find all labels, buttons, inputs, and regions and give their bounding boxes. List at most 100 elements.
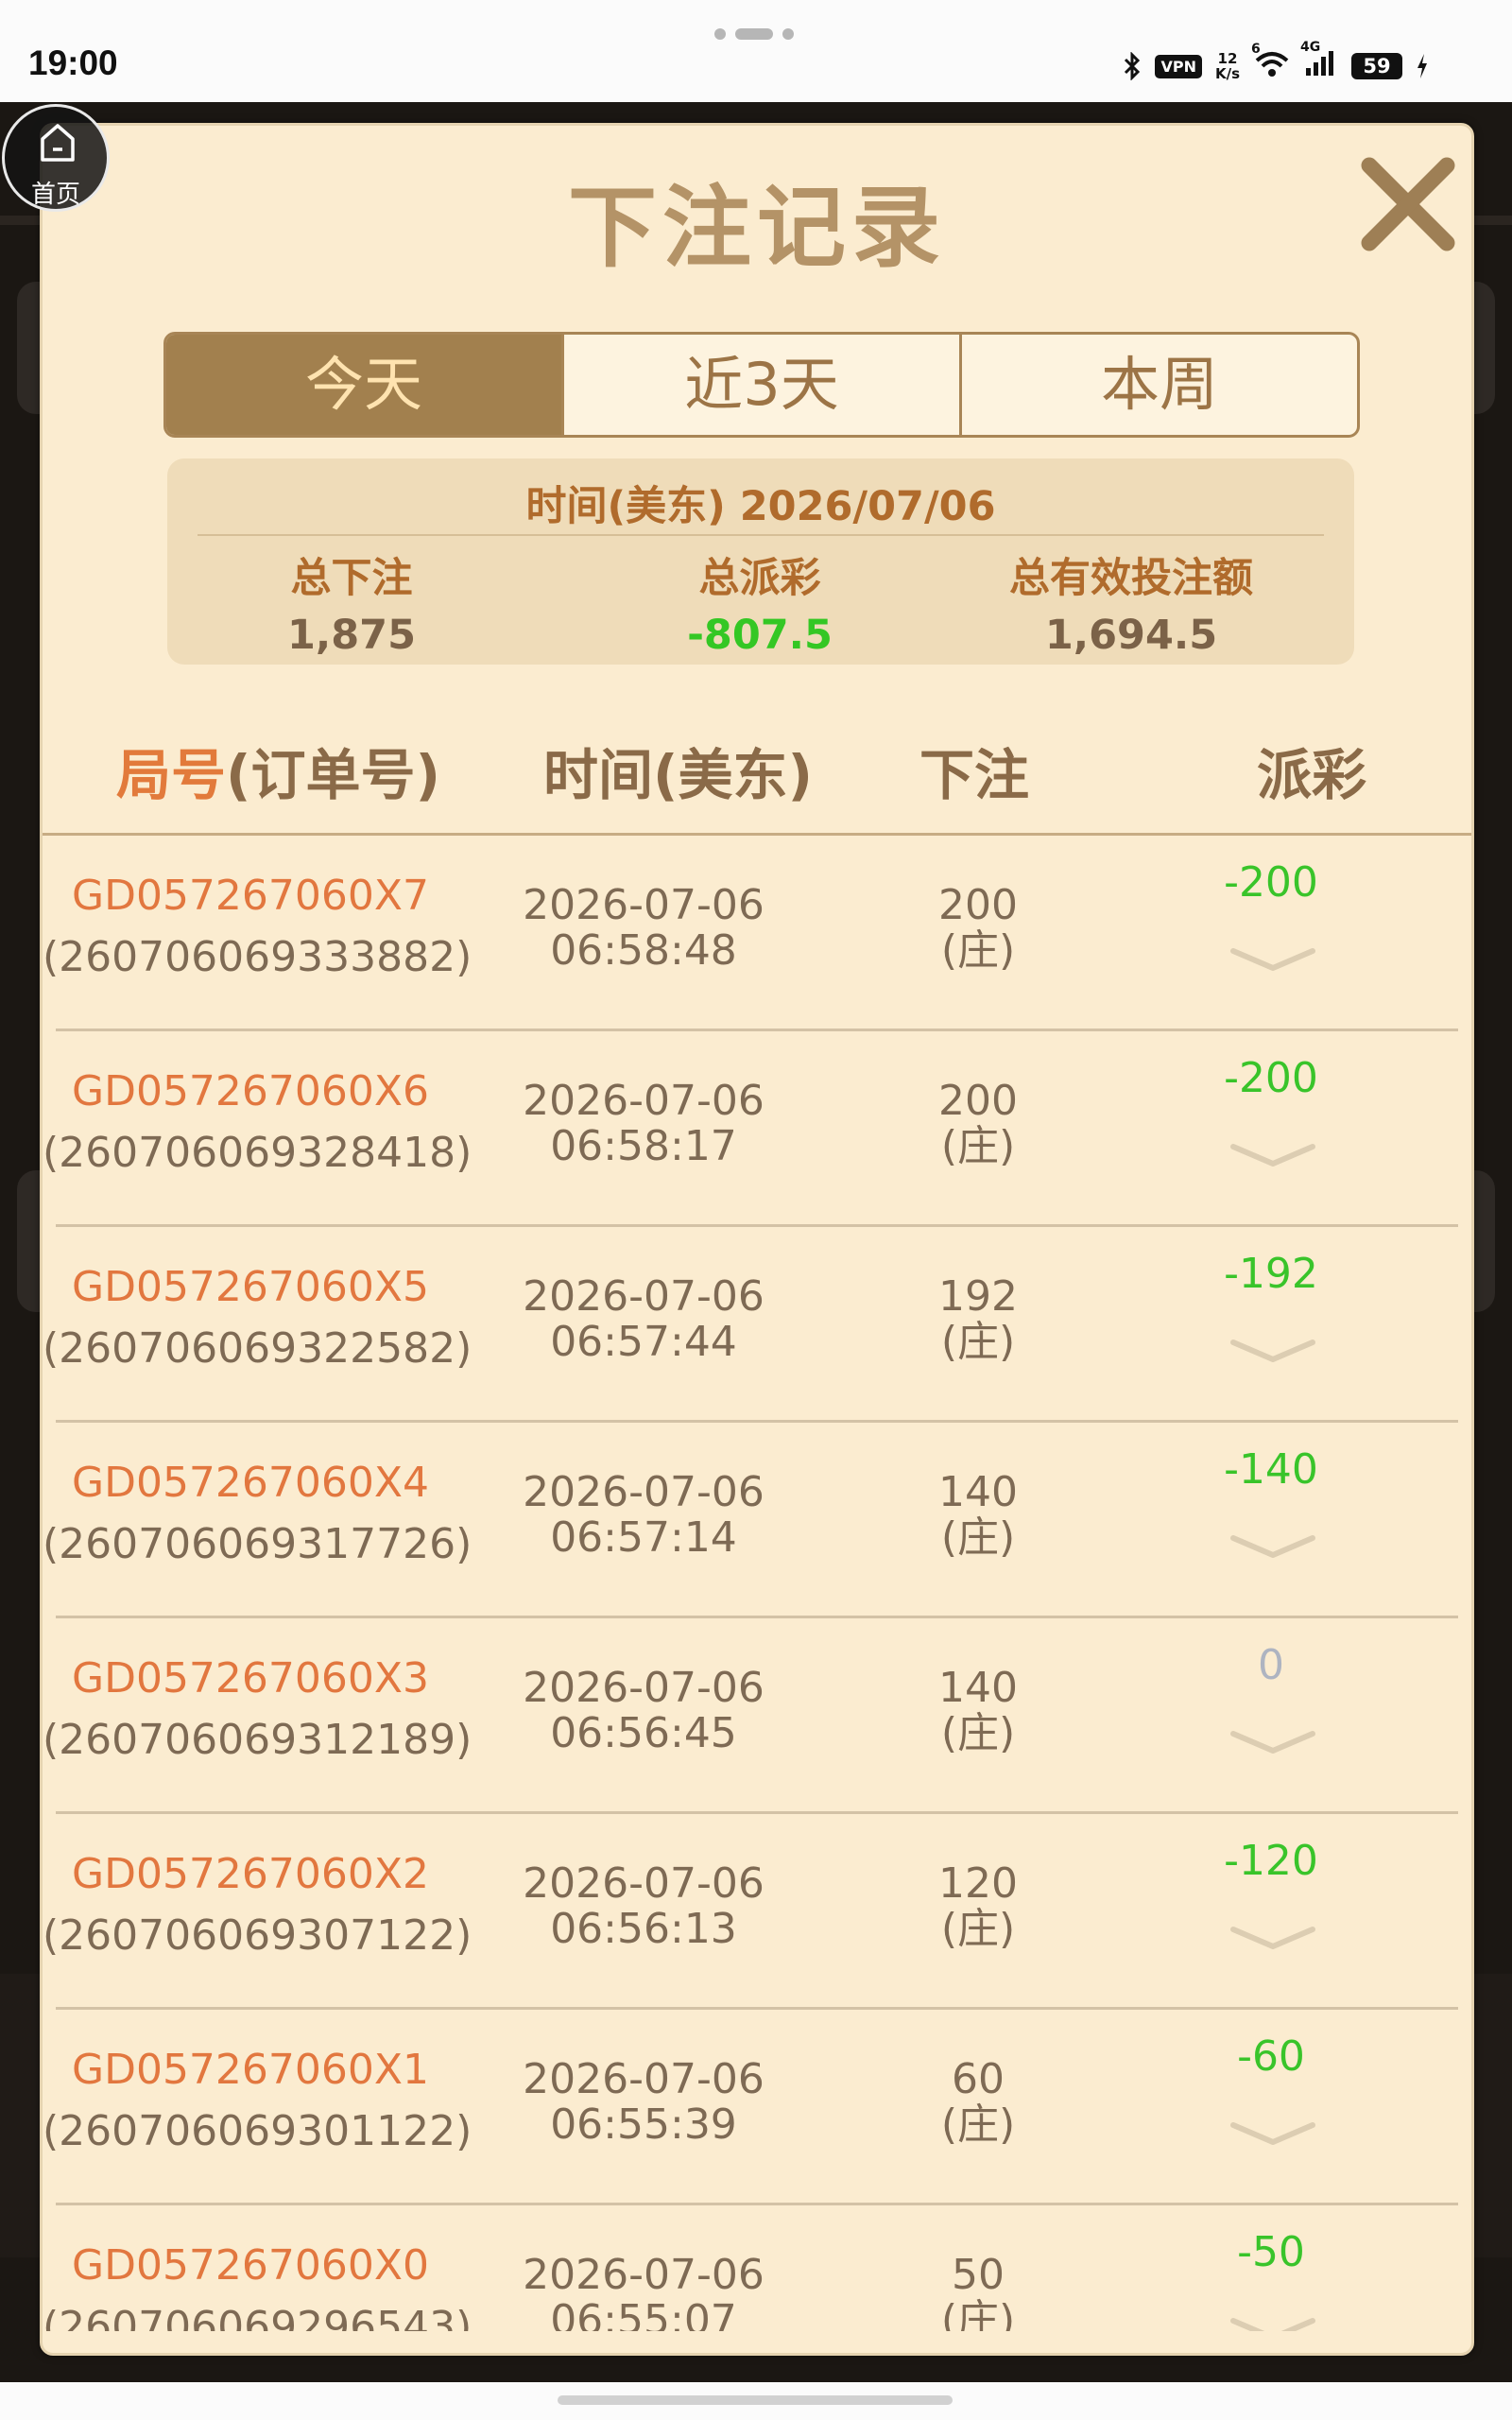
wifi-icon: 6 <box>1251 42 1291 83</box>
chevron-down-icon[interactable] <box>1229 1141 1316 1169</box>
tab-this-week[interactable]: 本周 <box>962 335 1357 435</box>
bet-record-list[interactable]: GD057267060X7 (260706069333882) 2026-07-06… <box>43 836 1471 2331</box>
bet-side: (庄) <box>940 926 1016 975</box>
bet-time: 2026-07-06 06:58:17 <box>496 1079 791 1169</box>
bet-amount: 140 (庄) <box>884 1666 1073 1756</box>
total-payout-value: -807.5 <box>687 612 833 659</box>
table-row[interactable]: GD057267060X7 (260706069333882) 2026-07-06… <box>43 836 1471 1031</box>
status-icons: VPN 12 K/s 6 4G 59 <box>1123 40 1429 83</box>
table-row[interactable]: GD057267060X3 (260706069312189) 2026-07-06… <box>43 1618 1471 1814</box>
total-valid-bet-label: 总有效投注额 <box>1009 555 1253 602</box>
bet-clock: 06:55:07 <box>550 2296 737 2332</box>
bet-side: (庄) <box>940 1318 1016 1366</box>
bet-amount: 50 (庄) <box>884 2251 1073 2332</box>
home-button[interactable]: 首页 <box>2 104 110 212</box>
chevron-down-icon[interactable] <box>1229 2315 1316 2331</box>
column-header-bet: 下注 <box>919 743 1030 807</box>
bet-value: 192 <box>938 1272 1018 1321</box>
bet-value: 120 <box>938 1859 1018 1908</box>
bet-amount: 60 (庄) <box>884 2057 1073 2148</box>
network-rate-value: 12 <box>1217 50 1238 67</box>
round-id: GD057267060X3 <box>71 1654 430 1703</box>
bet-date: 2026-07-06 <box>523 1272 765 1321</box>
total-valid-bet-stat: 总有效投注额 1,694.5 <box>942 545 1320 659</box>
table-row[interactable]: GD057267060X5 (260706069322582) 2026-07-06… <box>43 1227 1471 1423</box>
tab-today[interactable]: 今天 <box>166 335 564 435</box>
order-id: (260706069301122) <box>43 2107 472 2155</box>
order-id: (260706069333882) <box>43 933 472 981</box>
table-row[interactable]: GD057267060X1 (260706069301122) 2026-07-06… <box>43 2010 1471 2205</box>
total-payout-stat: 总派彩 -807.5 <box>604 545 916 659</box>
summary-panel: 时间(美东) 2026/07/06 总下注 1,875 总派彩 -807.5 总… <box>167 458 1354 665</box>
summary-date: 时间(美东) 2026/07/06 <box>525 483 996 530</box>
bet-time: 2026-07-06 06:57:14 <box>496 1470 791 1561</box>
bet-value: 140 <box>938 1664 1018 1712</box>
payout-value: -140 <box>1224 1445 1318 1494</box>
bet-clock: 06:58:17 <box>550 1122 737 1170</box>
bet-time: 2026-07-06 06:56:45 <box>496 1666 791 1756</box>
total-bet-stat: 总下注 1,875 <box>196 545 507 659</box>
bet-value: 60 <box>952 2055 1005 2103</box>
chevron-down-icon[interactable] <box>1229 1532 1316 1561</box>
chevron-down-icon[interactable] <box>1229 1337 1316 1365</box>
bet-date: 2026-07-06 <box>523 881 765 929</box>
order-id: (260706069312189) <box>43 1716 472 1764</box>
column-header-order-id: (订单号) <box>226 743 441 807</box>
chevron-down-icon[interactable] <box>1229 1924 1316 1952</box>
bet-date: 2026-07-06 <box>523 2251 765 2299</box>
table-row[interactable]: GD057267060X2 (260706069307122) 2026-07-06… <box>43 1814 1471 2010</box>
bet-amount: 200 (庄) <box>884 883 1073 974</box>
bet-clock: 06:55:39 <box>550 2100 737 2149</box>
battery-indicator: 59 <box>1351 53 1402 79</box>
bet-amount: 120 (庄) <box>884 1861 1073 1952</box>
total-valid-bet-value: 1,694.5 <box>1044 612 1218 659</box>
bet-record-modal: 下注记录 今天 近3天 本周 时间(美东) 2026/07/06 总下注 1,8… <box>40 123 1474 2356</box>
payout-value: -120 <box>1224 1837 1318 1885</box>
bet-time: 2026-07-06 06:55:39 <box>496 2057 791 2148</box>
round-id: GD057267060X0 <box>71 2241 430 2290</box>
home-indicator[interactable] <box>558 2395 953 2405</box>
column-header-round: 局号(订单号) <box>116 731 440 810</box>
network-type: 4G <box>1300 40 1321 55</box>
round-id: GD057267060X4 <box>71 1459 430 1507</box>
total-bet-label: 总下注 <box>290 555 413 602</box>
bet-side: (庄) <box>940 1122 1016 1170</box>
payout-value: 0 <box>1258 1641 1284 1689</box>
bet-clock: 06:58:48 <box>550 926 737 975</box>
home-label: 首页 <box>30 181 80 209</box>
summary-divider <box>198 534 1324 536</box>
chevron-down-icon[interactable] <box>1229 1728 1316 1756</box>
bet-date: 2026-07-06 <box>523 2055 765 2103</box>
bet-value: 200 <box>938 1077 1018 1125</box>
table-row[interactable]: GD057267060X0 (260706069296543) 2026-07-06… <box>43 2205 1471 2331</box>
bet-time: 2026-07-06 06:55:07 <box>496 2251 791 2332</box>
tab-last-3-days[interactable]: 近3天 <box>564 335 962 435</box>
table-row[interactable]: GD057267060X6 (260706069328418) 2026-07-06… <box>43 1031 1471 1227</box>
round-id: GD057267060X7 <box>71 872 430 920</box>
network-rate: 12 K/s <box>1215 51 1240 81</box>
column-header-time: 时间(美东) <box>543 743 814 807</box>
bet-amount: 192 (庄) <box>884 1274 1073 1365</box>
column-header-round-id: 局号 <box>116 743 227 807</box>
bluetooth-icon <box>1125 52 1141 80</box>
chevron-down-icon[interactable] <box>1229 2119 1316 2148</box>
chevron-down-icon[interactable] <box>1229 945 1316 974</box>
payout-value: -60 <box>1237 2032 1305 2081</box>
order-id: (260706069307122) <box>43 1911 472 1960</box>
date-range-tabs: 今天 近3天 本周 <box>163 332 1360 438</box>
bet-date: 2026-07-06 <box>523 1077 765 1125</box>
bet-side: (庄) <box>940 2296 1016 2332</box>
round-id: GD057267060X2 <box>71 1850 430 1898</box>
bet-clock: 06:57:44 <box>550 1318 737 1366</box>
order-id: (260706069296543) <box>43 2303 472 2331</box>
bet-side: (庄) <box>940 1513 1016 1562</box>
bet-value: 50 <box>952 2251 1005 2299</box>
close-icon[interactable] <box>1356 152 1460 256</box>
bet-clock: 06:56:13 <box>550 1905 737 1953</box>
multitask-dots[interactable] <box>714 28 794 40</box>
table-row[interactable]: GD057267060X4 (260706069317726) 2026-07-06… <box>43 1423 1471 1618</box>
bet-time: 2026-07-06 06:56:13 <box>496 1861 791 1952</box>
bet-side: (庄) <box>940 1905 1016 1953</box>
bet-amount: 140 (庄) <box>884 1470 1073 1561</box>
payout-value: -50 <box>1237 2228 1305 2276</box>
